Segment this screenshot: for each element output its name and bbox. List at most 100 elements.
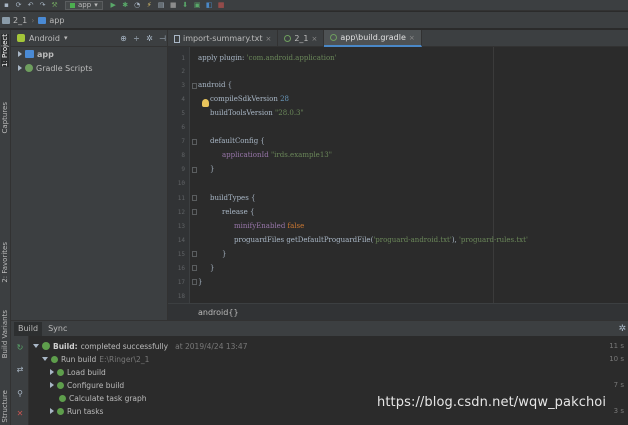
expand-arrow-icon[interactable] [18, 65, 22, 71]
attach-debugger-icon[interactable]: ▤ [157, 1, 166, 9]
rerun-icon[interactable]: ↻ [15, 342, 25, 352]
line-number: 11 [177, 195, 185, 202]
tab-app-build-gradle[interactable]: app\build.gradle × [324, 30, 422, 47]
fold-marker-icon[interactable] [192, 251, 197, 257]
code-editor[interactable]: 1 2 3 4 5 6 7 8 9 10 11 12 13 14 15 16 1… [168, 47, 628, 303]
save-all-icon[interactable]: ▪ [2, 1, 11, 9]
line-number: 3 [181, 82, 185, 89]
build-calculate-task-graph-row[interactable]: Calculate task graph [59, 392, 147, 404]
expand-arrow-icon[interactable] [42, 357, 48, 361]
code-token: compileSdkVersion [210, 95, 281, 103]
gear-icon[interactable]: ✲ [618, 324, 626, 334]
build-run-build-row[interactable]: Run build E:\Ringer\2_1 [42, 353, 149, 365]
tab-import-summary[interactable]: import-summary.txt × [168, 30, 279, 47]
code-token: } [198, 278, 203, 286]
tab-2-1[interactable]: 2_1 × [278, 30, 325, 47]
code-line-12: release { [222, 208, 254, 216]
line-number: 9 [181, 166, 185, 173]
fold-marker-icon[interactable] [192, 195, 197, 201]
line-number: 2 [181, 68, 185, 75]
fold-marker-icon[interactable] [192, 83, 197, 89]
close-icon[interactable]: ✕ [15, 408, 25, 418]
sync-icon[interactable]: ⟳ [14, 1, 23, 9]
tool-tab-structure[interactable]: Structure [1, 390, 9, 423]
lightbulb-icon[interactable] [202, 99, 209, 107]
breadcrumb-module-label: app [49, 15, 65, 25]
expand-arrow-icon[interactable] [33, 344, 39, 348]
tool-tab-project[interactable]: 1: Project [1, 34, 9, 67]
code-line-8: applicationId "irds.example13" [222, 151, 332, 159]
avd-manager-icon[interactable]: ▣ [193, 1, 202, 9]
line-number: 18 [177, 293, 185, 300]
fold-marker-icon[interactable] [192, 139, 197, 145]
tool-tab-favorites[interactable]: 2: Favorites [1, 242, 9, 283]
chevron-down-icon: ▾ [94, 0, 98, 9]
layout-inspector-icon[interactable]: ▦ [217, 1, 226, 9]
code-line-5: buildToolsVersion "28.0.3" [210, 109, 304, 117]
tab-build[interactable]: Build [14, 321, 43, 336]
android-module-icon [70, 2, 75, 8]
build-configure-build-row[interactable]: Configure build [42, 379, 124, 391]
breadcrumb-project[interactable]: 2_1 [2, 16, 27, 25]
tree-item-gradle-scripts[interactable]: Gradle Scripts [11, 61, 167, 75]
collapse-all-icon[interactable]: ÷ [132, 34, 141, 43]
editor-breadcrumb[interactable]: android{} [168, 303, 628, 320]
fold-marker-icon[interactable] [192, 279, 197, 285]
profile-icon[interactable]: ◔ [133, 1, 142, 9]
fold-marker-icon[interactable] [192, 209, 197, 215]
line-number: 6 [181, 124, 185, 131]
breadcrumb-module[interactable]: app [38, 16, 64, 25]
debug-icon[interactable]: ✱ [121, 1, 130, 9]
left-tool-strip: 1: Project Captures 2: Favorites Build V… [0, 30, 11, 425]
line-number: 1 [181, 55, 185, 62]
code-token: applicationId [222, 151, 271, 159]
close-icon[interactable]: × [265, 35, 271, 43]
code-token: 'proguard-android.txt' [373, 236, 452, 244]
code-line-11: buildTypes { [210, 194, 255, 202]
run-config-dropdown[interactable]: app ▾ [65, 0, 103, 10]
pin-icon[interactable]: ⚲ [15, 388, 25, 398]
expand-arrow-icon[interactable] [50, 369, 54, 375]
build-load-build-row[interactable]: Load build [42, 366, 106, 378]
redo-icon[interactable]: ↷ [38, 1, 47, 9]
run-build-label: Run build [61, 354, 97, 364]
code-token: 'proguard-rules.txt' [459, 236, 528, 244]
chevron-down-icon[interactable]: ▾ [64, 34, 68, 42]
stop-icon[interactable]: ■ [169, 1, 178, 9]
hide-panel-icon[interactable]: ⊣ [158, 34, 167, 43]
toggle-view-icon[interactable]: ⇄ [15, 364, 25, 374]
tree-item-app[interactable]: app [11, 47, 167, 61]
sdk-manager-icon[interactable]: ⬇ [181, 1, 190, 9]
tool-tab-captures[interactable]: Captures [1, 102, 9, 133]
fold-marker-icon[interactable] [192, 167, 197, 173]
undo-icon[interactable]: ↶ [26, 1, 35, 9]
code-token: false [287, 222, 305, 230]
sync-scroll-icon[interactable]: ⊕ [119, 34, 128, 43]
tab-label: 2_1 [294, 34, 309, 43]
line-number: 17 [177, 279, 185, 286]
build-duration: 11 s [609, 342, 624, 350]
line-number: 4 [181, 96, 185, 103]
apply-changes-icon[interactable]: ⚡ [145, 1, 154, 9]
gradle-sync-icon[interactable]: ◧ [205, 1, 214, 9]
line-number: 12 [177, 209, 185, 216]
gear-icon[interactable]: ✲ [145, 34, 154, 43]
fold-marker-icon[interactable] [192, 265, 197, 271]
hammer-icon[interactable]: ⚒ [50, 1, 59, 9]
build-status-label: Build: [53, 341, 78, 351]
expand-arrow-icon[interactable] [18, 51, 22, 57]
close-icon[interactable]: × [312, 35, 318, 43]
build-root-row[interactable]: Build: completed successfully at 2019/4/… [33, 340, 247, 352]
expand-arrow-icon[interactable] [50, 408, 54, 414]
project-view-selector[interactable]: Android [29, 34, 60, 43]
code-token: buildToolsVersion [210, 109, 276, 117]
expand-arrow-icon[interactable] [50, 382, 54, 388]
run-icon[interactable]: ▶ [109, 1, 118, 9]
line-number: 15 [177, 251, 185, 258]
tool-tab-build-variants[interactable]: Build Variants [1, 310, 9, 358]
tab-sync[interactable]: Sync [44, 322, 71, 336]
build-run-tasks-row[interactable]: Run tasks [42, 405, 103, 417]
code-line-3: android { [198, 81, 232, 89]
editor-breadcrumb-label: android{} [198, 307, 239, 317]
close-icon[interactable]: × [409, 34, 415, 42]
